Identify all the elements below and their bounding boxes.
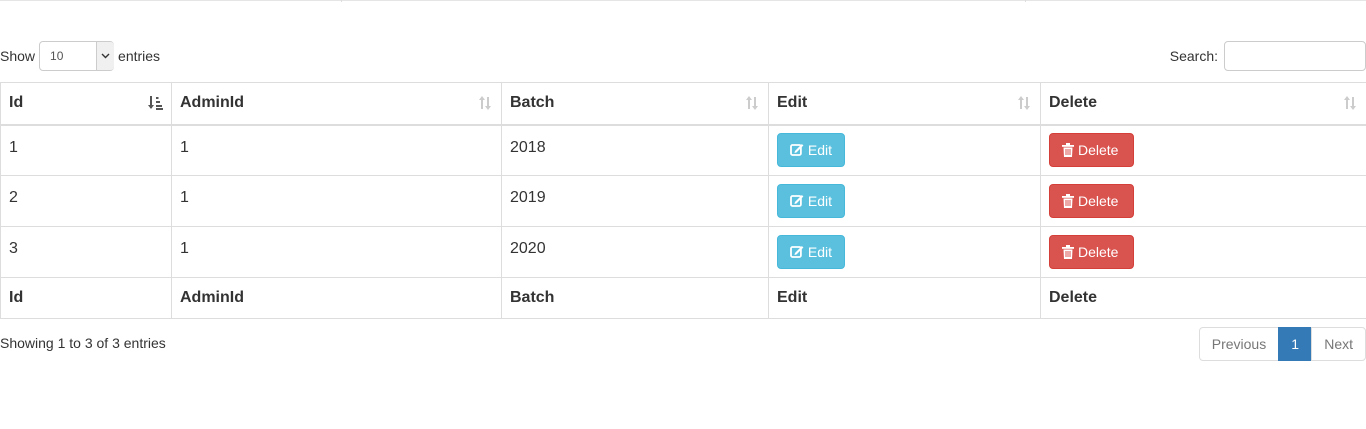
cell-delete: Delete	[1040, 124, 1366, 176]
search-label: Search:	[1169, 48, 1218, 64]
entries-label: entries	[118, 48, 161, 64]
column-header-label: Edit	[777, 94, 808, 112]
edit-button[interactable]: Edit	[777, 235, 845, 269]
edit-button-label: Edit	[807, 244, 832, 260]
trash-icon	[1062, 245, 1074, 259]
column-header-delete[interactable]: Delete	[1040, 82, 1366, 126]
cell-id: 3	[0, 226, 172, 278]
entries-length-control: Show 10 entries	[0, 41, 160, 71]
cell-text: 1	[180, 138, 189, 156]
delete-button[interactable]: Delete	[1049, 235, 1134, 269]
pagination-page-current[interactable]: 1	[1278, 327, 1313, 361]
cell-edit: Edit	[768, 175, 1041, 227]
table-row: 2 1 2019 Edit Delete	[0, 175, 1366, 227]
cell-batch: 2019	[501, 175, 769, 227]
cell-text: 1	[180, 240, 189, 257]
cell-text: 1	[180, 189, 189, 206]
cell-edit: Edit	[768, 124, 1041, 176]
delete-button-label: Delete	[1078, 244, 1119, 260]
footer-header-adminid: AdminId	[171, 277, 502, 319]
cell-text: 3	[9, 240, 18, 257]
column-header-adminid[interactable]: AdminId	[171, 82, 502, 126]
sort-both-icon	[746, 96, 758, 110]
table-row: 3 1 2020 Edit Delete	[0, 226, 1366, 278]
cell-text: 2019	[510, 189, 546, 206]
footer-header-edit: Edit	[768, 277, 1041, 319]
trash-icon	[1062, 194, 1074, 208]
search-control: Search:	[1170, 41, 1366, 71]
footer-header-id: Id	[0, 277, 172, 319]
cell-adminid: 1	[171, 175, 502, 227]
search-input[interactable]	[1224, 41, 1366, 71]
cell-delete: Delete	[1040, 175, 1366, 227]
sort-both-icon	[479, 96, 491, 110]
footer-header-batch: Batch	[501, 277, 769, 319]
sort-ascending-icon	[148, 96, 163, 110]
cell-delete: Delete	[1040, 226, 1366, 278]
cell-adminid: 1	[171, 124, 502, 176]
delete-button[interactable]: Delete	[1049, 184, 1134, 218]
column-header-edit[interactable]: Edit	[768, 82, 1041, 126]
entries-select-wrapper: 10	[35, 41, 118, 71]
pagination-previous[interactable]: Previous	[1198, 327, 1280, 361]
cell-batch: 2020	[501, 226, 769, 278]
cell-batch: 2018	[501, 124, 769, 176]
cell-text: 2020	[510, 240, 546, 257]
edit-button[interactable]: Edit	[777, 184, 845, 218]
table-row: 1 1 2018 Edit Delete	[0, 124, 1366, 176]
column-header-label: Batch	[510, 94, 555, 112]
column-header-batch[interactable]: Batch	[501, 82, 769, 126]
edit-square-icon	[790, 246, 804, 258]
divider-tick	[1025, 0, 1026, 2]
delete-button-label: Delete	[1078, 193, 1119, 209]
pagination-next[interactable]: Next	[1311, 327, 1366, 361]
edit-square-icon	[790, 195, 804, 207]
cell-id: 2	[0, 175, 172, 227]
cell-edit: Edit	[768, 226, 1041, 278]
entries-per-page-select[interactable]: 10	[39, 41, 115, 71]
top-divider	[0, 0, 1366, 2]
edit-square-icon	[790, 144, 804, 157]
footer-header-delete: Delete	[1040, 277, 1366, 319]
edit-button-label: Edit	[807, 142, 832, 159]
edit-button[interactable]: Edit	[777, 133, 845, 168]
divider-tick	[341, 0, 342, 2]
cell-text: 2018	[510, 138, 546, 156]
delete-button-label: Delete	[1078, 142, 1119, 159]
show-label: Show	[0, 48, 36, 64]
table-info: Showing 1 to 3 of 3 entries	[0, 335, 166, 351]
column-header-label: AdminId	[180, 94, 244, 112]
table-header-row: Id AdminId Batch Edit Delete	[0, 82, 1366, 126]
column-header-id[interactable]: Id	[0, 82, 172, 126]
table-footer-row: Id AdminId Batch Edit Delete	[0, 277, 1366, 319]
trash-icon	[1062, 143, 1074, 158]
cell-id: 1	[0, 124, 172, 176]
cell-adminid: 1	[171, 226, 502, 278]
cell-text: 2	[9, 189, 18, 206]
edit-button-label: Edit	[807, 193, 832, 209]
pagination: Previous 1 Next	[1198, 327, 1366, 361]
column-header-label: Delete	[1049, 94, 1098, 112]
sort-both-icon	[1344, 96, 1356, 110]
cell-text: 1	[9, 138, 18, 156]
column-header-label: Id	[9, 94, 24, 112]
data-table: Id AdminId Batch Edit Delete 1 1 2018 Ed…	[0, 82, 1366, 319]
sort-both-icon	[1018, 96, 1030, 110]
delete-button[interactable]: Delete	[1049, 133, 1134, 168]
